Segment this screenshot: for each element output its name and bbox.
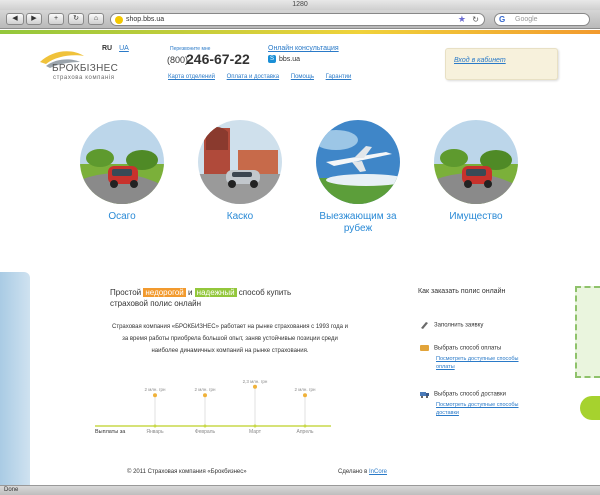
chart-data-label: 2,3 млн. грн xyxy=(243,379,268,384)
travel-image[interactable] xyxy=(316,120,400,204)
lang-current: RU xyxy=(102,45,113,52)
chart-point xyxy=(153,393,157,398)
chart-category-label: Апрель xyxy=(297,429,314,435)
refresh-icon[interactable]: ↻ xyxy=(472,14,479,25)
back-button[interactable]: ◀ xyxy=(6,13,24,25)
address-bar[interactable]: shop.bbs.ua ★ ↻ xyxy=(110,13,485,26)
login-link[interactable]: Вход в кабинет xyxy=(454,57,506,64)
logo-name: БРОКБІЗНЕС xyxy=(52,63,119,74)
step-payment[interactable]: Выбрать способ оплаты xyxy=(420,344,501,352)
how-to-title: Как заказать полис онлайн xyxy=(418,288,506,295)
right-green-tab[interactable] xyxy=(580,396,600,420)
tagline-reliable: надежный xyxy=(194,288,237,297)
tagline-part2: и xyxy=(185,288,195,297)
phone-number: 246-67-22 xyxy=(186,51,250,67)
chart-category-label: Февраль xyxy=(195,429,216,435)
delivery-methods-link[interactable]: Посмотреть доступные способы доставки xyxy=(436,401,536,417)
tagline: Простой недорогой и надежный способ купи… xyxy=(110,287,310,309)
travel-link[interactable]: Выезжающим за рубеж xyxy=(310,211,406,235)
header-nav: Карта отделений Оплата и доставка Помощь… xyxy=(168,74,361,80)
tagline-part1: Простой xyxy=(110,288,144,297)
favicon xyxy=(115,16,123,24)
step-delivery[interactable]: Выбрать способ доставки xyxy=(420,390,506,398)
step-fill-form[interactable]: Заполнить заявку xyxy=(420,321,483,329)
skype-contact[interactable]: Sbbs.ua xyxy=(268,55,300,63)
footer-incore-link[interactable]: InCore xyxy=(369,469,387,475)
pen-icon xyxy=(420,321,429,329)
window-title: 1280 xyxy=(0,0,600,10)
logo-subtitle: страхова компанія xyxy=(53,75,115,81)
forward-button[interactable]: ▶ xyxy=(26,13,42,25)
truck-icon xyxy=(420,390,429,398)
tagline-cheap: недорогой xyxy=(143,288,186,297)
osago-link[interactable]: Осаго xyxy=(80,211,164,223)
chart-base-dot xyxy=(153,424,157,428)
payment-methods-link[interactable]: Посмотреть доступные способы оплаты xyxy=(436,355,536,371)
chart-point xyxy=(253,384,257,389)
google-icon: G xyxy=(499,15,506,24)
online-consult-link[interactable]: Онлайн консультация xyxy=(268,45,339,52)
top-color-stripe xyxy=(0,30,600,34)
footer-made-by: Сделано в InCore xyxy=(338,469,387,475)
chart-base-dot xyxy=(303,424,307,428)
step-delivery-label: Выбрать способ доставки xyxy=(434,391,506,398)
language-switcher: RU UA xyxy=(102,45,129,52)
wallet-icon xyxy=(420,344,429,352)
property-link[interactable]: Имущество xyxy=(434,211,518,223)
login-box: Вход в кабинет xyxy=(445,48,558,80)
step-fill-form-label: Заполнить заявку xyxy=(434,322,484,329)
add-tab-button[interactable]: + xyxy=(48,13,64,25)
footer-copyright: © 2011 Страховая компания «Брокбизнес» xyxy=(127,469,247,475)
nav-guarantees-link[interactable]: Гарантии xyxy=(326,74,352,80)
chart-base-dot xyxy=(203,424,207,428)
left-side-decoration xyxy=(0,272,30,485)
home-button[interactable]: ⌂ xyxy=(88,13,104,25)
company-description: Страховая компания «БРОКБИЗНЕС» работает… xyxy=(112,324,348,354)
chart-data-label: 2 млн. грн xyxy=(144,387,166,392)
address-url: shop.bbs.ua xyxy=(126,16,165,23)
lang-other-link[interactable]: UA xyxy=(119,45,129,52)
nav-payment-link[interactable]: Оплата и доставка xyxy=(227,74,279,80)
property-image[interactable] xyxy=(434,120,518,204)
chart-x-label: Выплаты за xyxy=(95,429,126,435)
search-placeholder: Google xyxy=(515,16,538,23)
chart-category-label: Март xyxy=(249,429,262,435)
osago-image[interactable] xyxy=(80,120,164,204)
chart-category-label: Январь xyxy=(146,429,164,435)
right-note-decoration xyxy=(575,286,600,378)
reload-button[interactable]: ↻ xyxy=(68,13,84,25)
phone-prefix: (800) xyxy=(167,55,189,65)
bookmark-star-icon[interactable]: ★ xyxy=(458,14,466,25)
step-payment-label: Выбрать способ оплаты xyxy=(434,345,502,352)
payouts-chart: Выплаты за 2 млн. грн Январь 2 млн. грн Февр… xyxy=(95,379,331,435)
nav-offices-link[interactable]: Карта отделений xyxy=(168,74,215,80)
chart-data-label: 2 млн. грн xyxy=(294,387,316,392)
skype-handle: bbs.ua xyxy=(279,55,301,63)
search-input[interactable]: G Google xyxy=(494,13,590,26)
casco-image[interactable] xyxy=(198,120,282,204)
nav-help-link[interactable]: Помощь xyxy=(291,74,314,80)
casco-link[interactable]: Каско xyxy=(198,211,282,223)
footer-made-prefix: Сделано в xyxy=(338,469,369,475)
skype-icon: S xyxy=(268,55,276,63)
chart-base-dot xyxy=(253,424,257,428)
chart-point xyxy=(303,393,307,398)
chart-point xyxy=(203,393,207,398)
chart-data-label: 2 млн. грн xyxy=(194,387,216,392)
status-bar: Done xyxy=(0,485,600,495)
browser-toolbar: ◀ ▶ + ↻ ⌂ shop.bbs.ua ★ ↻ G Google xyxy=(0,10,600,29)
